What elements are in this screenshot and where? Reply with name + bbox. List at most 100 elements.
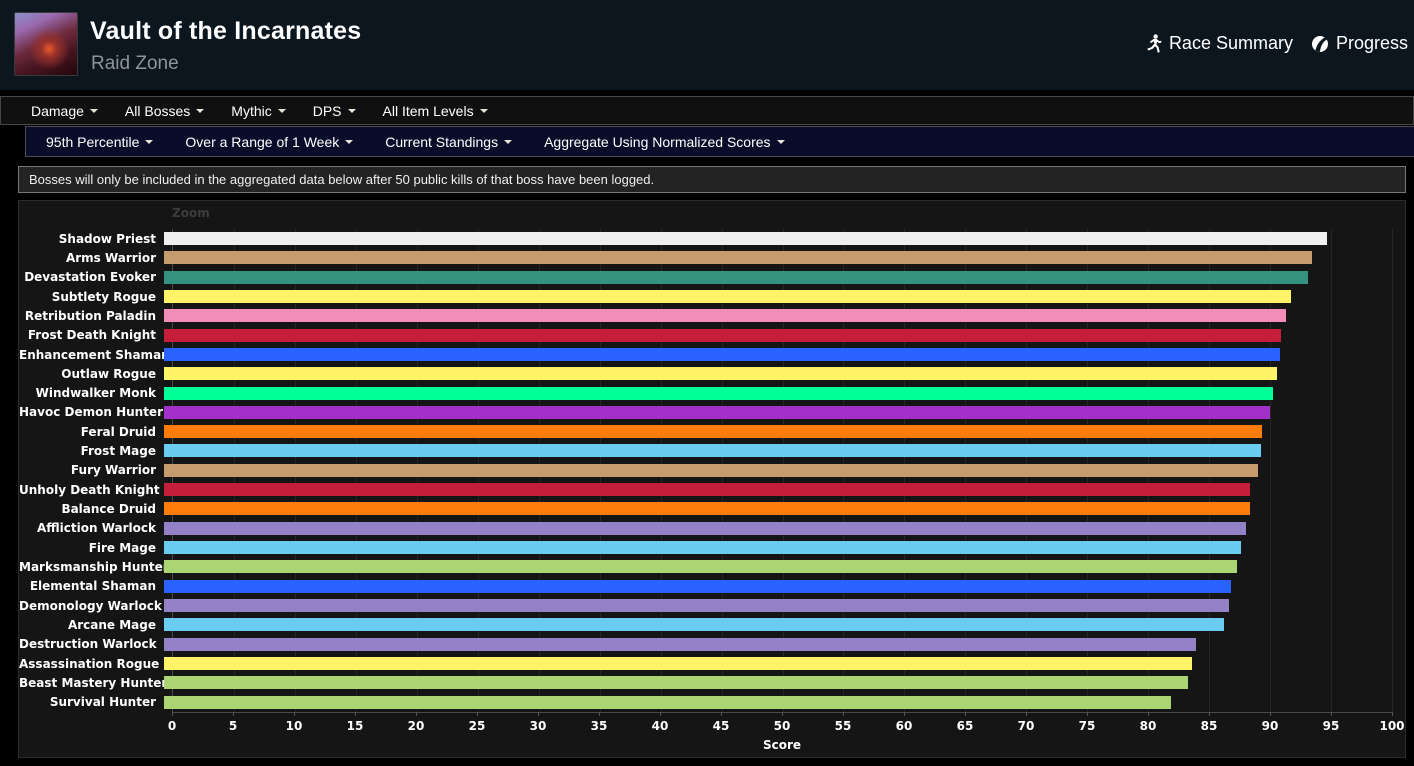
filter-label: All Bosses (124, 102, 191, 119)
bar-label: Balance Druid (61, 502, 156, 517)
setting-95th-percentile[interactable]: 95th Percentile (46, 133, 154, 150)
bar-fire-mage[interactable] (164, 541, 1241, 554)
bar-arms-warrior[interactable] (164, 251, 1313, 265)
chart-row-havoc-demon-hunter: Havoc Demon Hunter (19, 403, 1405, 422)
bar-label: Frost Death Knight (27, 328, 156, 343)
bar-affliction-warlock[interactable] (164, 521, 1246, 535)
bar-retribution-paladin[interactable] (164, 309, 1287, 323)
x-tick-mark-60 (904, 711, 905, 716)
chevron-down-icon (196, 108, 205, 113)
x-tick-mark-80 (1148, 711, 1149, 716)
bar-enhancement-shaman[interactable] (164, 347, 1281, 361)
filter-dps[interactable]: DPS (313, 103, 356, 119)
bar-marksmanship-hunter[interactable] (164, 560, 1238, 574)
chart-row-fury-warrior: Fury Warrior (19, 461, 1405, 480)
bar-frost-death-knight[interactable] (164, 328, 1282, 342)
x-tick-mark-5 (233, 711, 234, 716)
filter-mythic[interactable]: Mythic (231, 102, 286, 119)
filter-label: DPS (312, 102, 342, 119)
bar-outlaw-rogue[interactable] (164, 367, 1277, 381)
x-tick-label-5: 5 (228, 718, 238, 733)
bar-label: Havoc Demon Hunter (19, 405, 163, 420)
chart-row-survival-hunter: Survival Hunter (19, 693, 1405, 712)
chart-row-frost-death-knight: Frost Death Knight (19, 326, 1405, 345)
bar-subtlety-rogue[interactable] (164, 289, 1292, 303)
x-tick-label-0: 0 (167, 718, 177, 733)
bar-track (164, 499, 1392, 518)
bar-track (164, 248, 1392, 267)
header-link-race-summary[interactable]: Race Summary (1145, 33, 1293, 54)
bar-feral-druid[interactable] (164, 425, 1262, 439)
chevron-down-icon (345, 139, 354, 144)
zone-thumbnail-image (14, 12, 78, 76)
x-tick-mark-70 (1026, 711, 1027, 716)
bar-label: Survival Hunter (49, 695, 156, 710)
chart-row-arms-warrior: Arms Warrior (19, 248, 1405, 267)
bar-destruction-warlock[interactable] (164, 637, 1196, 651)
filter-damage[interactable]: Damage (31, 103, 98, 119)
header-link-progress[interactable]: Progress (1311, 33, 1408, 54)
bar-label: Retribution Paladin (24, 308, 156, 323)
bar-beast-mastery-hunter[interactable] (164, 676, 1189, 690)
bar-balance-druid[interactable] (164, 502, 1250, 516)
bar-track (164, 596, 1392, 615)
bar-label: Beast Mastery Hunter (19, 675, 168, 690)
x-tick-label-25: 25 (468, 718, 486, 733)
x-tick-label-45: 45 (712, 718, 730, 733)
bar-track (164, 229, 1392, 248)
settings-bar: 95th Percentile Over a Range of 1 Week Cur… (25, 126, 1414, 157)
bar-track (164, 557, 1392, 576)
bar-label: Affliction Warlock (37, 521, 156, 536)
bar-unholy-death-knight[interactable] (164, 483, 1250, 497)
setting-label: Over a Range of 1 Week (185, 133, 340, 150)
bar-label: Enhancement Shaman (19, 347, 170, 362)
x-tick-label-70: 70 (1017, 718, 1035, 733)
x-tick-mark-85 (1209, 711, 1210, 716)
bar-track (164, 480, 1392, 499)
bar-track (164, 287, 1392, 306)
chart-row-demonology-warlock: Demonology Warlock (19, 596, 1405, 615)
bar-track (164, 577, 1392, 596)
x-tick-mark-75 (1087, 711, 1088, 716)
bar-devastation-evoker[interactable] (164, 270, 1309, 284)
chart-row-destruction-warlock: Destruction Warlock (19, 635, 1405, 654)
filter-all-bosses[interactable]: All Bosses (124, 102, 205, 119)
setting-current-standings[interactable]: Current Standings (385, 134, 513, 150)
x-tick-mark-45 (721, 711, 722, 716)
bar-label: Windwalker Monk (35, 386, 156, 401)
bar-label: Shadow Priest (58, 231, 156, 246)
chart-row-balance-druid: Balance Druid (19, 499, 1405, 518)
bar-windwalker-monk[interactable] (164, 386, 1273, 400)
header-link-label: Race Summary (1168, 33, 1293, 53)
setting-label: 95th Percentile (46, 133, 140, 150)
header-links: Race Summary Progress (1145, 33, 1408, 54)
bar-track (164, 654, 1392, 673)
setting-aggregate-using-normalized-scores[interactable]: Aggregate Using Normalized Scores (544, 134, 785, 150)
zone-header: Vault of the Incarnates Raid Zone Race S… (0, 0, 1414, 90)
chart-row-marksmanship-hunter: Marksmanship Hunter (19, 557, 1405, 576)
x-tick-mark-15 (355, 711, 356, 716)
bar-track (164, 461, 1392, 480)
chevron-down-icon (89, 108, 98, 113)
filter-label: Mythic (231, 102, 272, 119)
bar-track (164, 345, 1392, 364)
bar-track (164, 615, 1392, 634)
bar-assassination-rogue[interactable] (164, 656, 1192, 670)
x-tick-label-40: 40 (651, 718, 669, 733)
bar-elemental-shaman[interactable] (164, 579, 1232, 593)
bar-track (164, 538, 1392, 557)
bar-track (164, 441, 1392, 460)
chart-row-retribution-paladin: Retribution Paladin (19, 306, 1405, 325)
filter-all-item-levels[interactable]: All Item Levels (383, 103, 488, 119)
bar-fury-warrior[interactable] (164, 463, 1259, 477)
bar-shadow-priest[interactable] (164, 232, 1327, 245)
chart-row-elemental-shaman: Elemental Shaman (19, 577, 1405, 596)
bar-arcane-mage[interactable] (164, 618, 1224, 632)
runner-icon (1145, 34, 1162, 53)
bar-demonology-warlock[interactable] (164, 598, 1229, 612)
setting-over-a-range-of-1-week[interactable]: Over a Range of 1 Week (185, 133, 354, 150)
bar-frost-mage[interactable] (164, 444, 1261, 458)
bar-havoc-demon-hunter[interactable] (164, 405, 1271, 419)
chart-row-enhancement-shaman: Enhancement Shaman (19, 345, 1405, 364)
bar-survival-hunter[interactable] (164, 695, 1171, 709)
